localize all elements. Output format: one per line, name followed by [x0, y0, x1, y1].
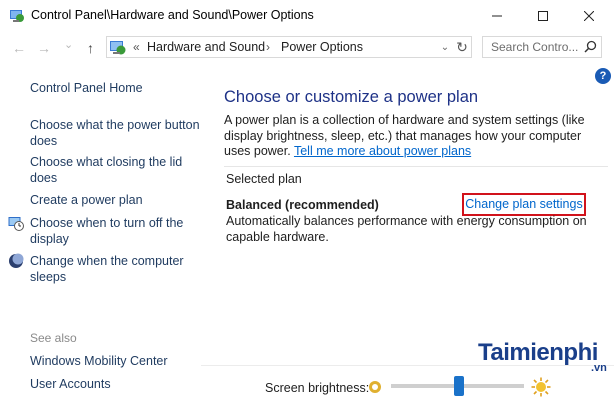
breadcrumb-hardware-and-sound[interactable]: Hardware and Sound: [147, 40, 265, 54]
control-panel-icon: [10, 10, 24, 22]
watermark-suffix: .vn: [591, 362, 607, 374]
bright-sun-icon: [531, 377, 551, 397]
forward-arrow-icon: →: [37, 40, 51, 56]
control-panel-icon: [110, 41, 126, 55]
maximize-button[interactable]: [520, 0, 566, 31]
search-placeholder: Search Contro...: [491, 40, 579, 54]
watermark-logo: Taimienphi: [478, 339, 598, 366]
breadcrumb-overflow[interactable]: «: [133, 40, 140, 54]
divider: [224, 166, 608, 167]
up-button[interactable]: ↑: [87, 40, 94, 56]
minimize-button[interactable]: [474, 0, 520, 31]
plan-description: Automatically balances performance with …: [226, 214, 587, 244]
close-button[interactable]: [566, 0, 612, 31]
sidebar-item-power-button[interactable]: Choose what the power button does: [30, 117, 200, 149]
sidebar-item-label: Change when the computer: [30, 254, 184, 268]
back-arrow-icon: ←: [12, 40, 26, 56]
search-icon: [584, 40, 597, 53]
sidebar-item-label: Choose when to turn off the: [30, 216, 184, 230]
sidebar-item-closing-lid[interactable]: Choose what closing the lid does: [30, 154, 182, 186]
up-arrow-icon: ↑: [87, 40, 94, 56]
brightness-label: Screen brightness:: [265, 381, 370, 395]
forward-button[interactable]: →: [37, 40, 51, 56]
plan-intro: A power plan is a collection of hardware…: [224, 113, 604, 160]
brightness-slider-thumb[interactable]: [453, 376, 464, 396]
help-icon[interactable]: ?: [595, 68, 611, 84]
sidebar-item-create-plan[interactable]: Create a power plan: [30, 192, 143, 208]
sidebar-item-label: Choose what closing the lid: [30, 155, 183, 169]
maximize-icon: [538, 10, 548, 21]
window-title: Control Panel\Hardware and Sound\Power O…: [31, 8, 314, 22]
see-also-label: See also: [30, 331, 77, 345]
selected-plan-label: Selected plan: [226, 172, 302, 186]
sidebar-item-label: does: [30, 171, 58, 185]
plan-name: Balanced (recommended): [226, 198, 379, 212]
close-icon: [584, 10, 594, 21]
sidebar-item-mobility-center[interactable]: Windows Mobility Center: [30, 353, 168, 369]
sidebar-item-label: display: [30, 232, 69, 246]
recent-locations-button[interactable]: ⌄: [64, 38, 73, 51]
refresh-button[interactable]: ↻: [453, 37, 471, 57]
title-bar: Control Panel\Hardware and Sound\Power O…: [0, 0, 614, 31]
refresh-icon: ↻: [456, 38, 468, 55]
sidebar-item-turn-off-display[interactable]: Choose when to turn off the display: [30, 215, 183, 247]
chevron-down-icon: ⌄: [440, 41, 450, 53]
breadcrumb-power-options[interactable]: Power Options: [281, 40, 363, 54]
sidebar-control-panel-home[interactable]: Control Panel Home: [30, 80, 143, 96]
back-button[interactable]: ←: [12, 40, 26, 56]
page-title: Choose or customize a power plan: [224, 88, 479, 106]
change-plan-settings-link[interactable]: Change plan settings: [462, 193, 586, 216]
breadcrumb-separator[interactable]: ›: [266, 40, 270, 54]
moon-icon: [9, 253, 24, 268]
sidebar-item-computer-sleeps[interactable]: Change when the computer sleeps: [30, 253, 184, 285]
sidebar-item-label: Create a power plan: [30, 193, 143, 207]
address-dropdown-button[interactable]: ⌄: [437, 37, 453, 57]
display-clock-icon: [8, 217, 24, 231]
chevron-down-icon: ⌄: [64, 39, 74, 51]
dim-sun-icon: [369, 381, 381, 393]
learn-more-link[interactable]: Tell me more about power plans: [294, 144, 471, 158]
sidebar-item-label: Choose what the power button: [30, 118, 200, 132]
sidebar-item-label: does: [30, 134, 58, 148]
sidebar-item-user-accounts[interactable]: User Accounts: [30, 376, 111, 392]
sidebar-item-label: sleeps: [30, 270, 67, 284]
minimize-icon: [492, 15, 502, 16]
